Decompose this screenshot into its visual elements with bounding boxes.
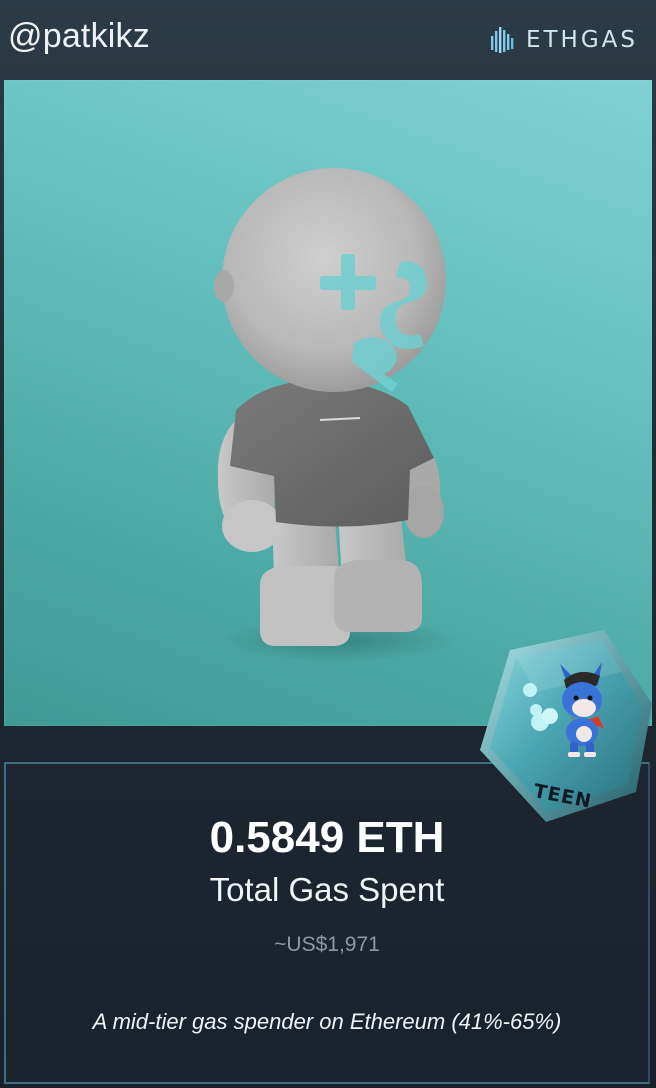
total-gas-label: Total Gas Spent [209, 871, 445, 908]
header-bar: @patkikz ETHGAS [0, 0, 656, 78]
brand-name: ETHGAS [525, 27, 638, 53]
fiat-value: ~US$1,971 [274, 933, 380, 956]
brand-logo[interactable]: ETHGAS [490, 22, 638, 58]
ethgas-bars-logo-icon [490, 27, 514, 53]
tier-description: A mid-tier gas spender on Ethereum (41%-… [92, 1009, 562, 1034]
user-handle[interactable]: @patkikz [8, 16, 150, 56]
tier-badge[interactable]: TEEN [476, 626, 656, 826]
